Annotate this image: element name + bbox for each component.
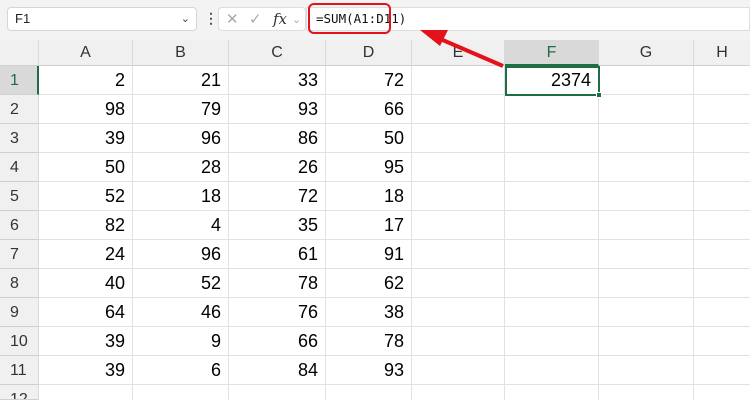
annotation-arrow — [420, 30, 504, 68]
